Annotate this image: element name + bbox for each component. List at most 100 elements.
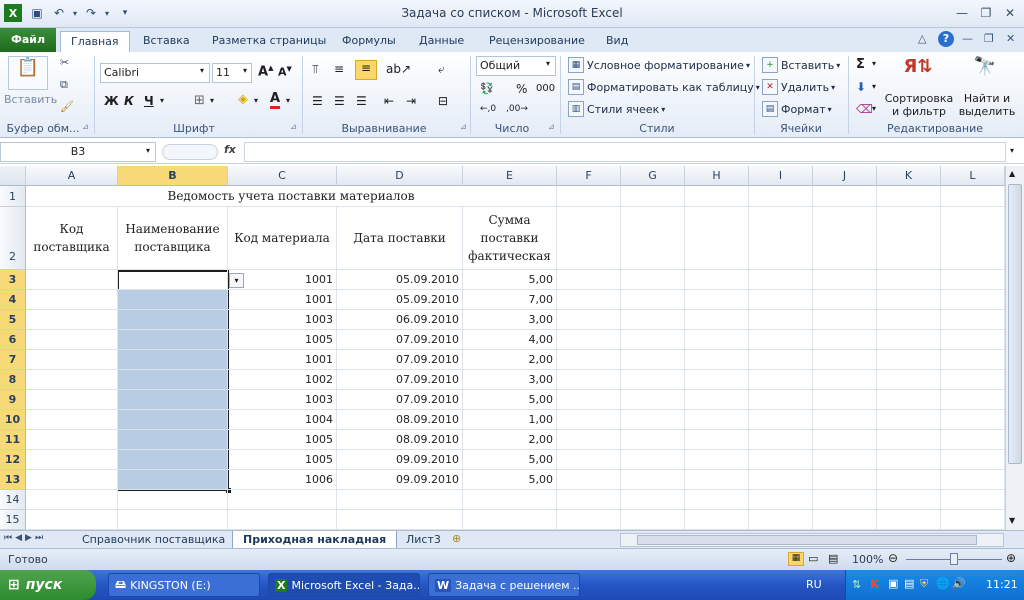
clipboard-launcher-icon[interactable]: ⊿ xyxy=(82,122,89,131)
table-cell[interactable] xyxy=(941,310,1005,330)
row-header[interactable]: 7 xyxy=(0,350,26,370)
workbook-close-icon[interactable]: ✕ xyxy=(1006,32,1015,45)
sheet-tab-suppliers[interactable]: Справочник поставщика xyxy=(72,531,235,549)
clear-dropdown-icon[interactable]: ▾ xyxy=(872,104,876,113)
table-cell[interactable] xyxy=(749,390,813,410)
row-header[interactable]: 14 xyxy=(0,490,26,510)
table-cell[interactable] xyxy=(557,450,621,470)
table-cell[interactable]: 5,00 xyxy=(463,270,557,290)
table-cell[interactable] xyxy=(557,270,621,290)
percent-icon[interactable]: % xyxy=(516,82,527,96)
taskbar-item-excel[interactable]: X Microsoft Excel - Зада... xyxy=(268,573,420,597)
scroll-down-icon[interactable]: ▼ xyxy=(1009,516,1015,525)
table-cell[interactable] xyxy=(813,490,877,510)
table-cell[interactable] xyxy=(877,290,941,310)
table-cell[interactable] xyxy=(877,370,941,390)
start-button[interactable]: ⊞ пуск xyxy=(0,570,96,600)
sheet-nav-icons[interactable]: ⏮◀▶⏭ xyxy=(4,533,46,543)
table-cell[interactable] xyxy=(749,290,813,310)
column-header-f[interactable]: F xyxy=(557,166,621,186)
tray-shield-icon[interactable]: ⛨ xyxy=(920,577,928,591)
table-cell[interactable]: 1004 xyxy=(228,410,337,430)
align-right-icon[interactable]: ☰ xyxy=(356,94,367,108)
table-cell[interactable] xyxy=(621,207,685,270)
table-cell[interactable] xyxy=(877,410,941,430)
column-header-k[interactable]: K xyxy=(877,166,941,186)
table-cell[interactable] xyxy=(941,370,1005,390)
number-format-dropdown-icon[interactable]: ▾ xyxy=(546,59,550,68)
table-cell[interactable] xyxy=(685,410,749,430)
font-name-box[interactable]: Calibri xyxy=(100,63,210,83)
table-cell[interactable] xyxy=(941,270,1005,290)
font-launcher-icon[interactable]: ⊿ xyxy=(290,122,297,131)
formula-input[interactable] xyxy=(244,142,1006,162)
tray-app-icon[interactable]: ▣ xyxy=(888,577,898,590)
table-cell[interactable] xyxy=(118,430,228,450)
table-cell[interactable] xyxy=(877,510,941,530)
table-cell[interactable] xyxy=(813,470,877,490)
table-cell[interactable] xyxy=(621,390,685,410)
table-cell[interactable] xyxy=(877,270,941,290)
table-cell[interactable] xyxy=(941,330,1005,350)
table-cell[interactable] xyxy=(749,510,813,530)
table-cell[interactable] xyxy=(621,330,685,350)
table-cell[interactable] xyxy=(118,330,228,350)
table-cell[interactable] xyxy=(118,350,228,370)
table-cell[interactable] xyxy=(941,186,1005,207)
currency-icon[interactable]: 💱 xyxy=(480,82,494,95)
table-cell[interactable] xyxy=(557,510,621,530)
table-cell[interactable] xyxy=(26,510,118,530)
paste-icon[interactable]: 📋 xyxy=(8,56,48,90)
table-cell[interactable] xyxy=(557,330,621,350)
column-header-g[interactable]: G xyxy=(621,166,685,186)
format-painter-icon[interactable]: 🖌 xyxy=(60,100,74,113)
font-color-icon[interactable]: A xyxy=(270,92,281,109)
table-cell[interactable] xyxy=(685,270,749,290)
table-cell[interactable]: 1001 xyxy=(228,290,337,310)
table-cell[interactable] xyxy=(749,310,813,330)
table-cell[interactable]: 09.09.2010 xyxy=(337,470,463,490)
table-cell[interactable] xyxy=(621,510,685,530)
table-cell[interactable] xyxy=(26,390,118,410)
underline-dropdown-icon[interactable]: ▾ xyxy=(160,96,164,105)
table-cell[interactable] xyxy=(621,470,685,490)
table-cell[interactable] xyxy=(26,310,118,330)
table-cell[interactable]: 07.09.2010 xyxy=(337,390,463,410)
help-icon[interactable]: ? xyxy=(938,31,954,47)
row-header[interactable]: 9 xyxy=(0,390,26,410)
table-cell[interactable] xyxy=(685,370,749,390)
table-cell[interactable]: 5,00 xyxy=(463,450,557,470)
row-header[interactable]: 13 xyxy=(0,470,26,490)
taskbar-item-drive[interactable]: 🖴 KINGSTON (E:) xyxy=(108,573,260,597)
table-cell[interactable] xyxy=(941,410,1005,430)
find-select-icon[interactable]: 🔭 xyxy=(968,56,1002,86)
sheet-tab-sheet3[interactable]: Лист3 xyxy=(396,531,451,549)
table-cell[interactable] xyxy=(118,270,228,290)
table-cell[interactable] xyxy=(813,270,877,290)
table-cell[interactable] xyxy=(685,350,749,370)
number-format-box[interactable]: Общий xyxy=(476,56,556,76)
table-cell[interactable] xyxy=(337,490,463,510)
table-cell[interactable] xyxy=(749,370,813,390)
table-cell[interactable] xyxy=(877,186,941,207)
table-cell[interactable]: 05.09.2010 xyxy=(337,290,463,310)
table-cell[interactable] xyxy=(749,430,813,450)
table-cell[interactable]: 05.09.2010 xyxy=(337,270,463,290)
format-as-table-button[interactable]: ▤ Форматировать как таблицу ▾ xyxy=(568,79,760,95)
table-cell[interactable]: 1003 xyxy=(228,310,337,330)
cell-styles-button[interactable]: ▥ Стили ячеек ▾ xyxy=(568,101,665,117)
sheet-tab-receipt[interactable]: Приходная накладная xyxy=(232,531,398,549)
table-cell[interactable] xyxy=(749,207,813,270)
table-cell[interactable] xyxy=(813,510,877,530)
horizontal-scroll-thumb[interactable] xyxy=(637,535,977,545)
table-cell[interactable]: 1005 xyxy=(228,330,337,350)
column-header-a[interactable]: A xyxy=(26,166,118,186)
table-cell[interactable] xyxy=(749,330,813,350)
table-cell[interactable]: 1005 xyxy=(228,430,337,450)
header-supplier-code[interactable]: Код поставщика xyxy=(26,207,118,270)
table-cell[interactable] xyxy=(557,410,621,430)
table-cell[interactable] xyxy=(877,207,941,270)
table-cell[interactable] xyxy=(813,370,877,390)
table-cell[interactable] xyxy=(941,207,1005,270)
format-cells-button[interactable]: ▤ Формат ▾ xyxy=(762,101,832,117)
